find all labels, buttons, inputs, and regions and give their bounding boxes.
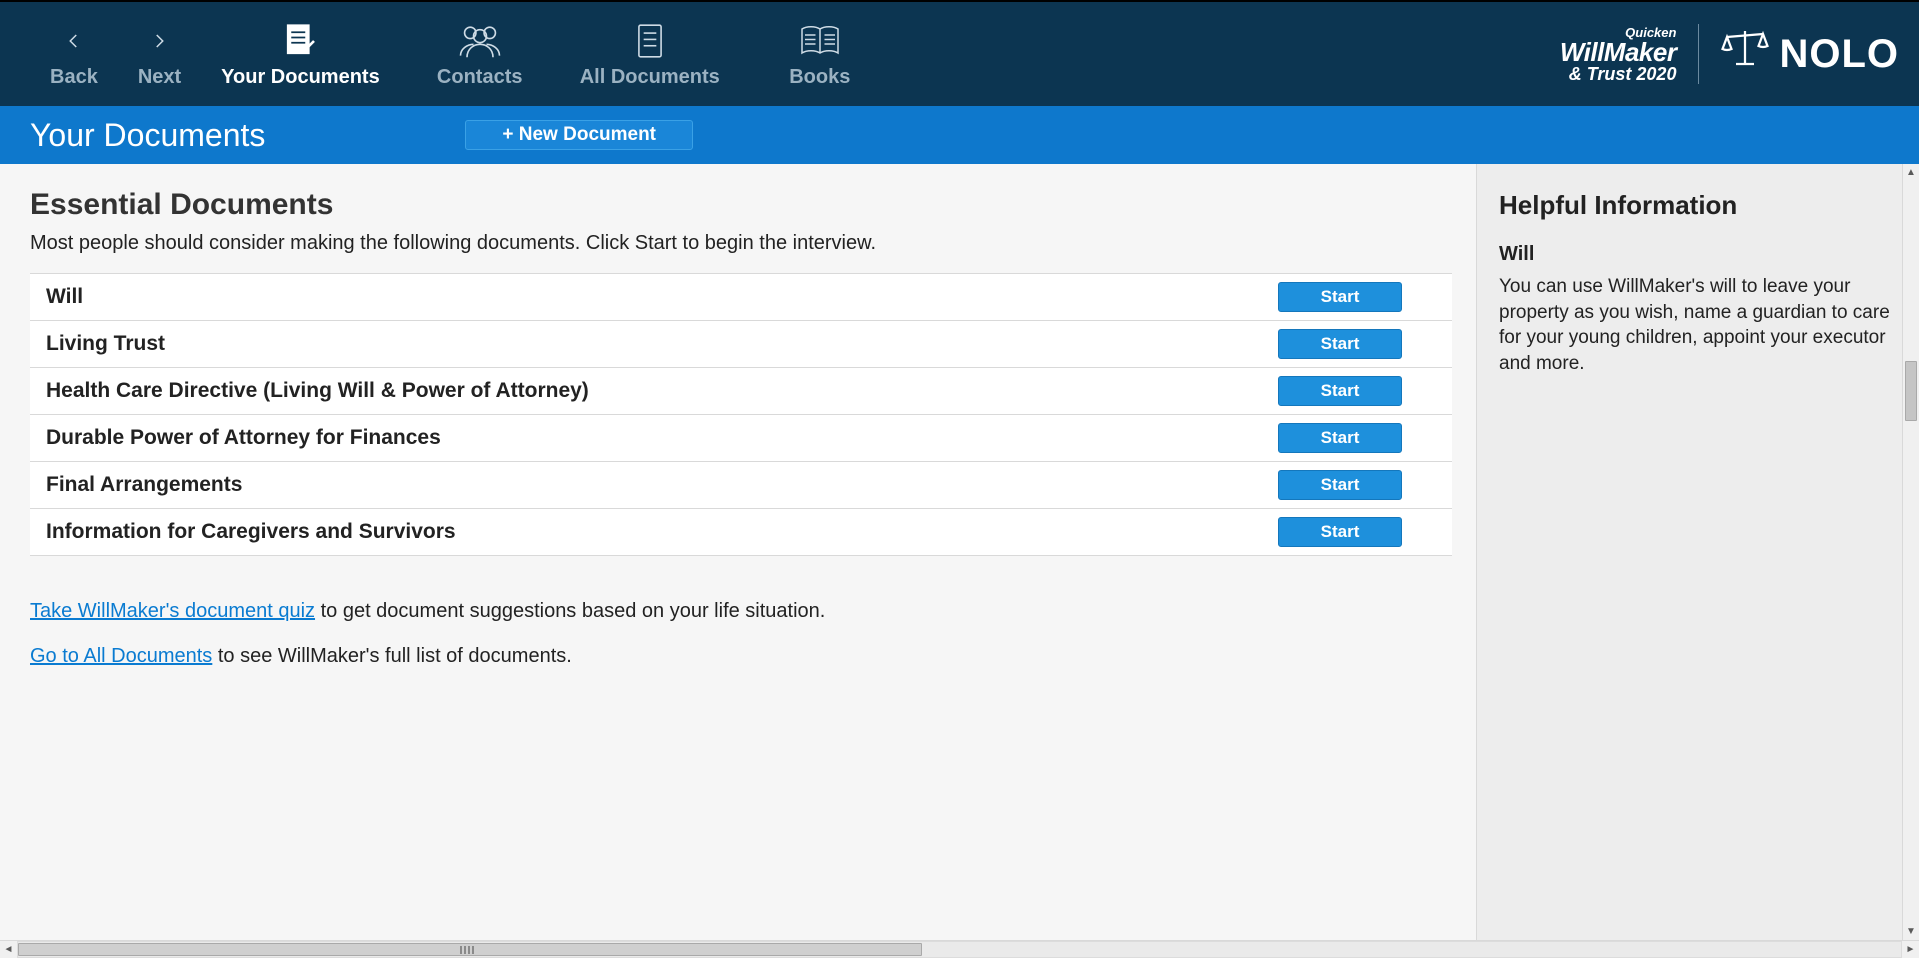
brand-willmaker: Quicken WillMaker & Trust 2020 (1560, 26, 1677, 83)
nav-books[interactable]: Books (740, 2, 900, 106)
doc-row-final-arrangements: Final Arrangements Start (30, 462, 1452, 509)
scales-icon (1721, 25, 1769, 83)
brand-trust-label: & Trust 2020 (1560, 65, 1677, 83)
scroll-down-arrow-icon[interactable]: ▼ (1903, 923, 1919, 940)
start-button-caregivers-info[interactable]: Start (1278, 517, 1402, 547)
all-documents-link[interactable]: Go to All Documents (30, 645, 212, 667)
nav-all-documents[interactable]: All Documents (560, 2, 740, 106)
content-area: Essential Documents Most people should c… (0, 164, 1919, 940)
nav-all-documents-label: All Documents (580, 66, 720, 89)
brand-separator (1698, 24, 1699, 84)
next-button[interactable]: Next (118, 2, 201, 106)
book-icon (796, 20, 844, 62)
start-button-living-trust[interactable]: Start (1278, 329, 1402, 359)
brand-nolo-label: NOLO (1779, 32, 1899, 77)
scroll-up-arrow-icon[interactable]: ▲ (1903, 164, 1919, 181)
nav-your-documents-label: Your Documents (221, 66, 380, 89)
nav-books-label: Books (789, 66, 850, 89)
essential-documents-list: Will Start Living Trust Start Health Car… (30, 273, 1452, 556)
start-button-will[interactable]: Start (1278, 282, 1402, 312)
doc-name: Information for Caregivers and Survivors (46, 520, 456, 544)
main-column: Essential Documents Most people should c… (0, 164, 1476, 940)
helper-links: Take WillMaker's document quiz to get do… (30, 600, 1452, 668)
start-button-final-arrangements[interactable]: Start (1278, 470, 1402, 500)
doc-name: Will (46, 285, 83, 309)
nav-contacts-label: Contacts (437, 66, 523, 89)
all-docs-rest-text: to see WillMaker's full list of document… (212, 645, 572, 667)
helpful-info-body: You can use WillMaker's will to leave yo… (1499, 274, 1897, 377)
sub-header: Your Documents + New Document (0, 106, 1919, 164)
top-nav-bar: Back Next Your Documents (0, 0, 1919, 106)
helpful-information-panel: Helpful Information Will You can use Wil… (1476, 164, 1919, 940)
doc-row-health-care-directive: Health Care Directive (Living Will & Pow… (30, 368, 1452, 415)
document-edit-icon (279, 20, 321, 62)
document-quiz-link[interactable]: Take WillMaker's document quiz (30, 600, 315, 622)
doc-name: Durable Power of Attorney for Finances (46, 426, 441, 450)
essential-documents-heading: Essential Documents (30, 188, 1452, 222)
brand-nolo: NOLO (1721, 25, 1899, 83)
doc-name: Living Trust (46, 332, 165, 356)
vertical-scrollbar[interactable]: ▲ ▼ (1902, 164, 1919, 940)
doc-row-will: Will Start (30, 274, 1452, 321)
scroll-left-arrow-icon[interactable]: ◄ (0, 941, 17, 958)
back-button[interactable]: Back (30, 2, 118, 106)
horizontal-scroll-thumb[interactable] (18, 943, 922, 956)
scroll-grip-icon (460, 946, 480, 954)
doc-name: Health Care Directive (Living Will & Pow… (46, 379, 589, 403)
helpful-info-subheading: Will (1499, 243, 1897, 266)
page-title: Your Documents (30, 117, 265, 154)
horizontal-scroll-track[interactable] (17, 941, 1902, 958)
next-label: Next (138, 66, 181, 89)
essential-documents-lead: Most people should consider making the f… (30, 232, 1452, 255)
doc-row-caregivers-info: Information for Caregivers and Survivors… (30, 509, 1452, 556)
new-document-button[interactable]: + New Document (465, 120, 693, 150)
chevron-right-icon (150, 20, 168, 62)
top-nav-left: Back Next Your Documents (0, 2, 900, 106)
documents-icon (631, 20, 669, 62)
doc-row-durable-poa: Durable Power of Attorney for Finances S… (30, 415, 1452, 462)
horizontal-scrollbar[interactable]: ◄ ► (0, 940, 1919, 958)
people-icon (454, 20, 506, 62)
doc-row-living-trust: Living Trust Start (30, 321, 1452, 368)
top-nav-right: Quicken WillMaker & Trust 2020 NOLO (1560, 2, 1919, 106)
back-label: Back (50, 66, 98, 89)
vertical-scroll-track[interactable] (1903, 181, 1919, 923)
brand-willmaker-label: WillMaker (1560, 39, 1677, 65)
start-button-health-care-directive[interactable]: Start (1278, 376, 1402, 406)
start-button-durable-poa[interactable]: Start (1278, 423, 1402, 453)
vertical-scroll-thumb[interactable] (1905, 361, 1917, 421)
nav-contacts[interactable]: Contacts (400, 2, 560, 106)
doc-name: Final Arrangements (46, 473, 242, 497)
chevron-left-icon (65, 20, 83, 62)
scroll-right-arrow-icon[interactable]: ► (1902, 941, 1919, 958)
nav-your-documents[interactable]: Your Documents (201, 2, 400, 106)
helpful-info-heading: Helpful Information (1499, 190, 1897, 221)
quiz-rest-text: to get document suggestions based on you… (315, 600, 825, 622)
